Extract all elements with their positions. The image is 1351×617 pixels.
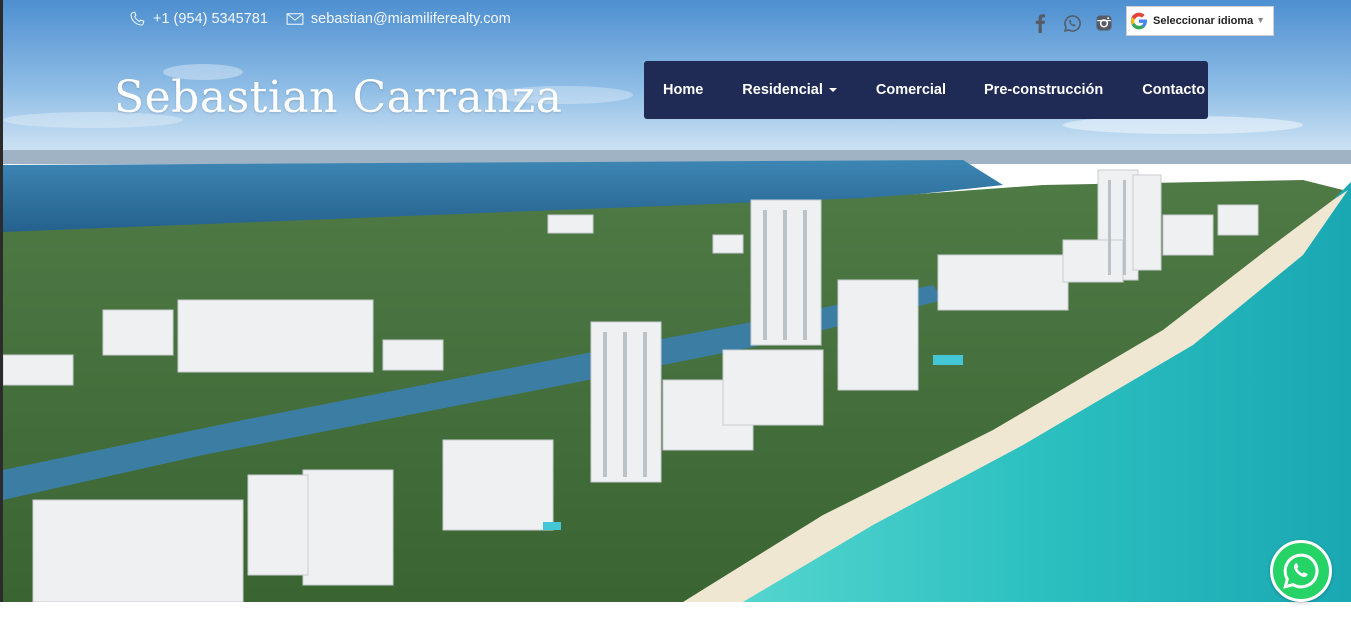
- phone-icon: [130, 11, 145, 26]
- whatsapp-float-button[interactable]: [1270, 540, 1332, 602]
- language-select[interactable]: Seleccionar idioma ▼: [1126, 6, 1274, 36]
- nav-item-comercial[interactable]: Comercial: [876, 61, 946, 119]
- email-contact[interactable]: sebastian@miamiliferealty.com: [286, 11, 511, 27]
- google-g-icon: [1130, 12, 1147, 30]
- whatsapp-icon[interactable]: [1062, 12, 1082, 34]
- nav-item-label: Comercial: [875, 82, 947, 98]
- nav-item-label: Residencial: [742, 82, 823, 98]
- nav-item-residencial[interactable]: Residencial: [742, 61, 837, 119]
- phone-contact[interactable]: +1 (954) 5345781: [128, 10, 268, 28]
- whatsapp-float-icon: [1283, 553, 1319, 589]
- nav-item-home[interactable]: Home: [663, 61, 703, 119]
- instagram-icon[interactable]: [1094, 12, 1114, 34]
- nav-item-label: Home: [663, 82, 704, 98]
- language-select-label: Seleccionar idioma: [1153, 15, 1254, 27]
- nav-item-label: Pre-construcción: [984, 82, 1104, 98]
- contact-bar: +1 (954) 5345781 sebastian@miamilifereal…: [128, 8, 511, 30]
- facebook-icon[interactable]: [1030, 12, 1050, 34]
- nav-item-pre-construccion[interactable]: Pre-construcción: [984, 61, 1103, 119]
- social-links: [1030, 12, 1114, 34]
- nav-item-contacto[interactable]: Contacto: [1142, 61, 1205, 119]
- site-brand-title[interactable]: Sebastian Carranza: [114, 72, 562, 123]
- email-address: sebastian@miamiliferealty.com: [310, 11, 511, 27]
- page-left-border: [0, 0, 3, 602]
- envelope-icon: [286, 13, 304, 25]
- dropdown-arrow-icon: ▼: [1256, 15, 1265, 25]
- phone-number: +1 (954) 5345781: [153, 11, 268, 27]
- main-navigation: Home Residencial Comercial Pre-construcc…: [644, 61, 1208, 119]
- caret-down-icon: [828, 88, 837, 92]
- nav-item-label: Contacto: [1142, 82, 1206, 98]
